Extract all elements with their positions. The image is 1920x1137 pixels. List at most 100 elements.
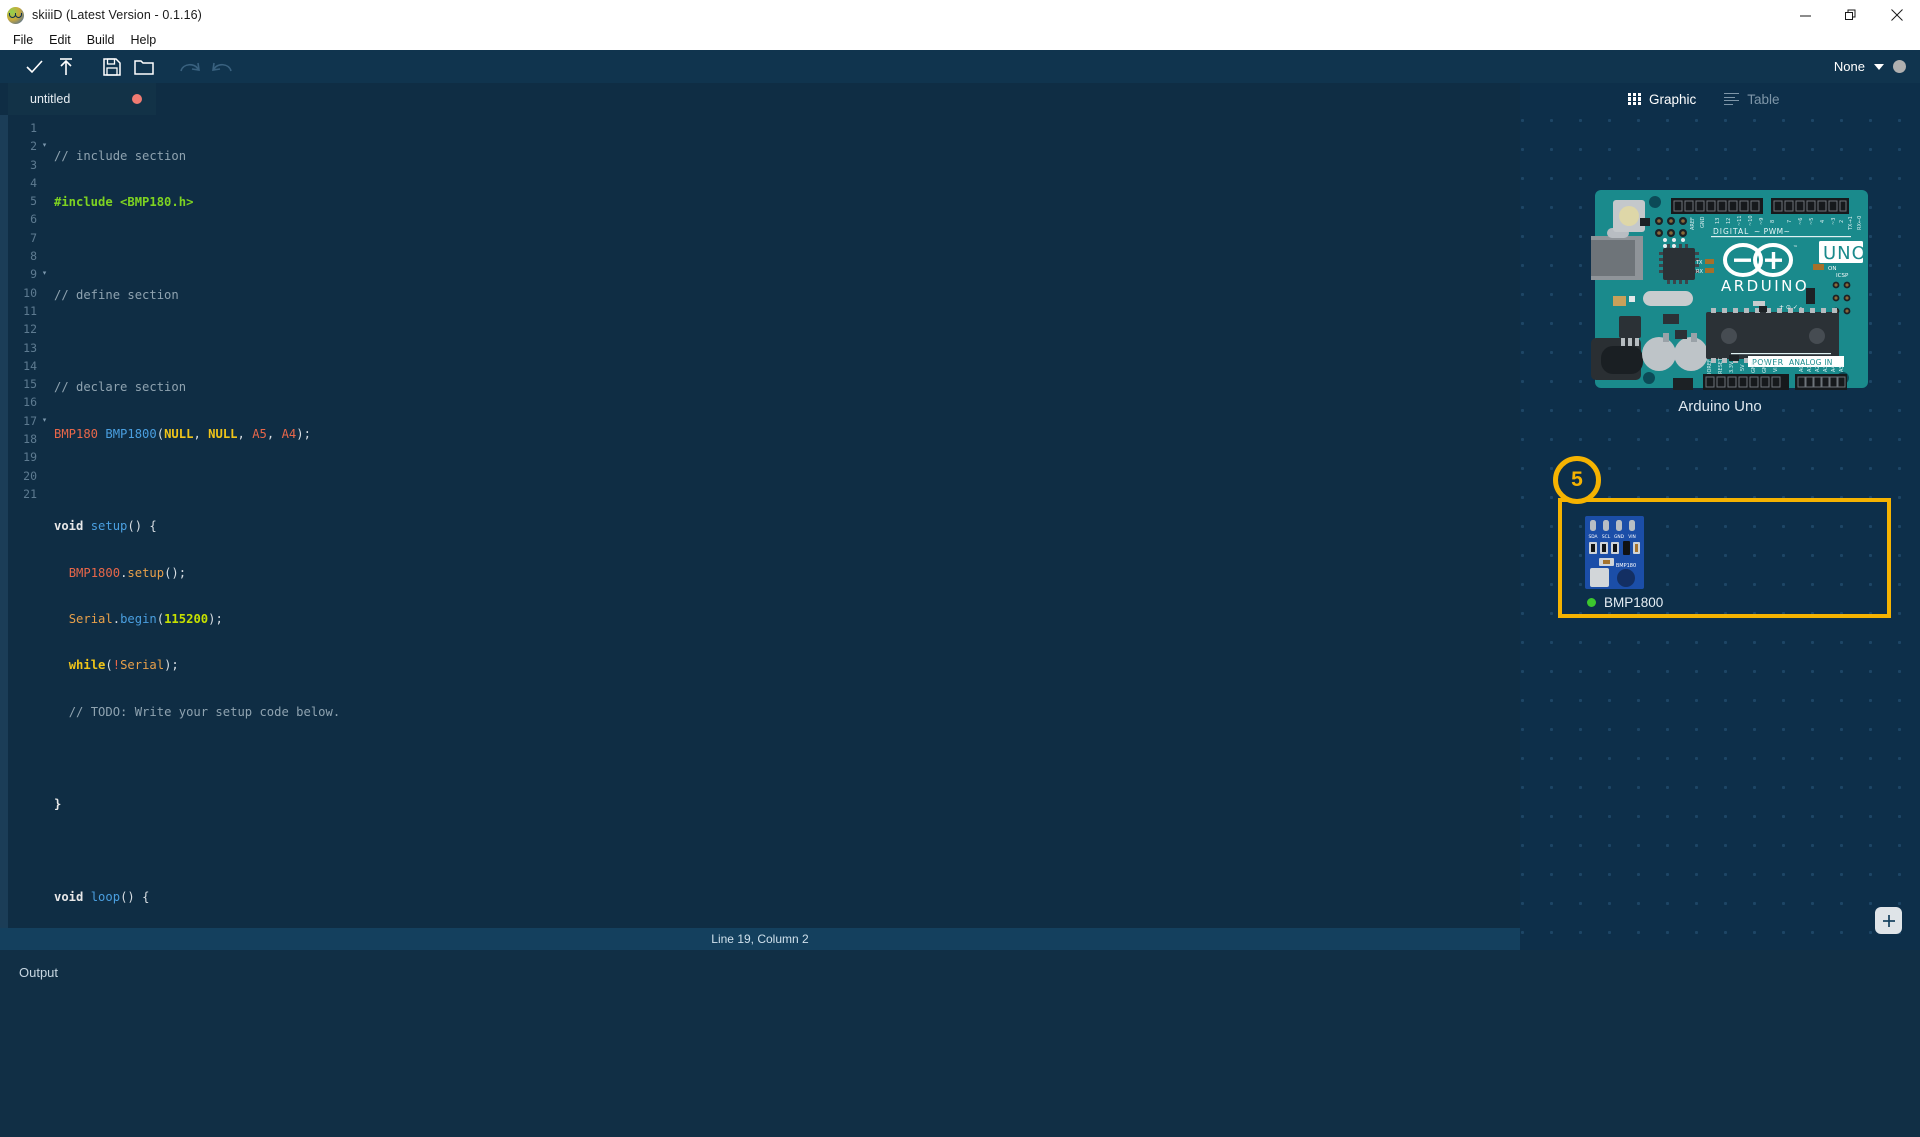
svg-text:~9: ~9	[1759, 218, 1765, 225]
component-slot-box[interactable]: SDA SCL GND VIN BMP180 BMP1800	[1558, 498, 1891, 618]
output-panel[interactable]: Output	[0, 950, 1920, 1137]
svg-text:A2: A2	[1815, 365, 1821, 372]
close-icon[interactable]	[1874, 0, 1920, 30]
menu-item-build[interactable]: Build	[79, 30, 123, 50]
svg-text:Vin: Vin	[1773, 364, 1779, 372]
skiiid-logo-icon	[7, 6, 24, 24]
svg-text:TX→1: TX→1	[1848, 216, 1854, 231]
editor-tab-untitled[interactable]: untitled	[8, 83, 156, 115]
plus-icon	[1882, 914, 1895, 927]
svg-text:A3: A3	[1823, 365, 1829, 372]
tab-graphic[interactable]: Graphic	[1628, 92, 1696, 107]
menu-bar: File Edit Build Help	[0, 30, 1920, 50]
title-bar: skiiiD (Latest Version - 0.1.16)	[0, 0, 1920, 30]
tab-table-label: Table	[1747, 91, 1780, 107]
connection-status-indicator	[1893, 60, 1906, 73]
upload-button[interactable]	[50, 50, 82, 83]
code-fold-empty	[40, 357, 49, 375]
code-editor[interactable]: 1 2 3 4 5 6 7 8 9 10 11 12 13 14 15 16 17 18 19 20 21 ▾ ▾ ▾ //…	[0, 115, 1520, 928]
svg-text:GND: GND	[1751, 361, 1757, 373]
open-button[interactable]	[128, 50, 160, 83]
menu-item-file[interactable]: File	[5, 30, 41, 50]
line-number: 14	[23, 358, 37, 373]
chevron-down-icon	[1874, 63, 1884, 70]
svg-text:SCL: SCL	[1602, 534, 1611, 540]
code-fold-empty	[40, 192, 49, 210]
line-number: 12	[23, 322, 37, 337]
code-content[interactable]: // include section #include <BMP180.h> /…	[49, 115, 1520, 928]
code-fold-empty	[40, 210, 49, 228]
main-area: untitled 1 2 3 4 5 6 7 8 9 10 11 12 13 14 15 16 17 18 19 20…	[0, 83, 1920, 950]
editor-tab-label: untitled	[30, 92, 71, 106]
svg-text:DIGITAL: DIGITAL	[1713, 227, 1749, 236]
line-number-gutter: 1 2 3 4 5 6 7 8 9 10 11 12 13 14 15 16 17 18 19 20 21	[8, 115, 40, 928]
verify-button[interactable]	[18, 50, 50, 83]
svg-text:RX←0: RX←0	[1857, 216, 1863, 230]
tab-table[interactable]: Table	[1724, 91, 1780, 107]
output-panel-title: Output	[19, 965, 59, 980]
svg-text:~6: ~6	[1798, 218, 1804, 225]
code-fold-column[interactable]: ▾ ▾ ▾	[40, 115, 49, 928]
code-fold-empty	[40, 467, 49, 485]
code-fold-empty	[40, 229, 49, 247]
minimize-icon[interactable]	[1782, 0, 1828, 30]
code-fold-toggle-icon[interactable]: ▾	[40, 412, 49, 430]
restore-icon[interactable]	[1828, 0, 1874, 30]
code-line: // include section	[54, 149, 187, 163]
line-number: 5	[30, 194, 37, 209]
component-slot-badge: 5	[1553, 456, 1601, 504]
code-fold-toggle-icon[interactable]: ▾	[40, 265, 49, 283]
svg-text:RESET: RESET	[1718, 357, 1724, 374]
svg-text:GND: GND	[1700, 216, 1706, 228]
svg-text:~ PWM~: ~ PWM~	[1754, 227, 1790, 236]
code-line: #include <BMP180.h>	[54, 195, 194, 210]
redo-button[interactable]	[174, 50, 206, 83]
svg-text:+ ⊙ ✓ -: + ⊙ ✓ -	[1779, 304, 1802, 311]
svg-text:ICSP: ICSP	[1836, 273, 1849, 279]
editor-left-rail	[0, 115, 8, 928]
arduino-board-image[interactable]: AREF GND 13 12 ~11 ~10 ~9 8 7 ~6 ~5 4 ~3…	[1587, 188, 1872, 390]
code-line: BMP1800.setup();	[68, 565, 187, 580]
component-label-row: BMP1800	[1587, 595, 1663, 610]
line-number: 18	[23, 432, 37, 447]
line-number: 10	[23, 285, 37, 300]
svg-text:GND: GND	[1762, 361, 1768, 373]
svg-text:7: 7	[1787, 220, 1793, 223]
svg-text:12: 12	[1726, 218, 1732, 224]
menu-item-help[interactable]: Help	[123, 30, 165, 50]
editor-tabstrip: untitled	[0, 83, 1520, 115]
toolbar: None	[0, 50, 1920, 83]
line-number: 3	[30, 157, 37, 172]
board-selector[interactable]: None	[1834, 50, 1906, 83]
code-line: // declare section	[54, 380, 187, 395]
svg-text:ON: ON	[1828, 266, 1836, 272]
line-number: 17	[23, 413, 37, 428]
line-number: 1	[30, 121, 37, 135]
line-number: 4	[30, 175, 37, 190]
svg-text:A0: A0	[1799, 365, 1805, 372]
menu-item-edit[interactable]: Edit	[41, 30, 79, 50]
bmp180-sensor-image[interactable]: SDA SCL GND VIN BMP180	[1585, 516, 1644, 589]
save-button[interactable]	[96, 50, 128, 83]
add-component-button[interactable]	[1875, 907, 1902, 934]
code-fold-empty	[40, 247, 49, 265]
code-line: void loop() {	[54, 889, 150, 904]
svg-text:~11: ~11	[1737, 215, 1743, 226]
svg-text:TX: TX	[1695, 260, 1703, 266]
svg-text:BMP180: BMP180	[1616, 563, 1636, 569]
svg-text:4: 4	[1820, 220, 1826, 223]
unsaved-indicator-icon[interactable]	[132, 94, 142, 104]
code-line: // define section	[54, 287, 179, 302]
line-number: 16	[23, 395, 37, 410]
svg-text:~3: ~3	[1831, 218, 1837, 225]
code-fold-empty	[40, 448, 49, 466]
component-status-dot	[1587, 598, 1596, 607]
svg-text:RX: RX	[1696, 269, 1703, 275]
svg-text:13: 13	[1715, 218, 1721, 224]
code-fold-toggle-icon[interactable]: ▾	[40, 137, 49, 155]
code-fold-empty	[40, 156, 49, 174]
window-title: skiiiD (Latest Version - 0.1.16)	[32, 8, 202, 22]
undo-button[interactable]	[206, 50, 238, 83]
code-line: void setup() {	[54, 519, 157, 534]
